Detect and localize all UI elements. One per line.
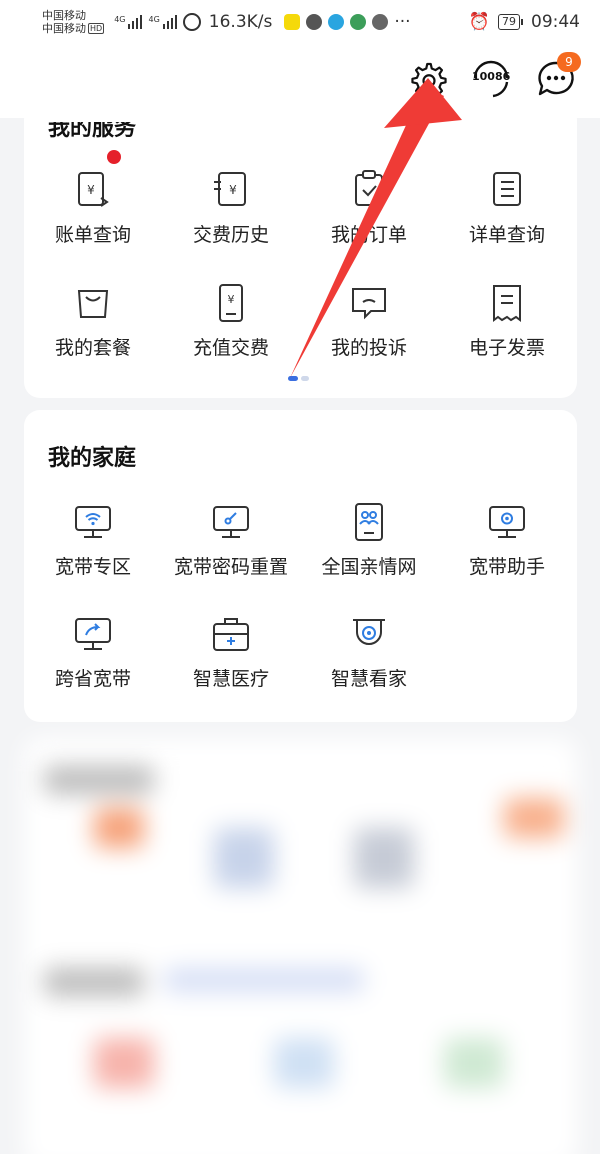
broadband-zone-icon [73,502,113,542]
service-item-complaint[interactable]: 我的投诉 [300,283,438,360]
carrier-2: 中国移动 [42,22,86,35]
family-item-label: 宽带密码重置 [173,556,288,578]
cross-province-broadband-icon [73,614,113,654]
service-item-bill[interactable]: ¥ 账单查询 [24,150,162,247]
family-item-smart-home-camera[interactable]: 智慧看家 [300,614,438,691]
family-network-icon [349,502,389,542]
blurred-card [24,738,577,1154]
service-item-package[interactable]: 我的套餐 [24,283,162,360]
alarm-icon: ⏰ [468,12,490,32]
package-icon [73,283,113,323]
family-item-label: 全国亲情网 [321,556,417,578]
service-item-label: 我的套餐 [54,337,131,359]
carrier-info: 中国移动 中国移动 HD [42,9,105,35]
family-item-label: 智慧医疗 [192,668,269,690]
reader-app-icon [284,14,301,30]
smart-home-camera-icon [349,614,389,654]
service-item-label: 详单查询 [468,224,545,246]
wechat-icon [306,14,323,30]
svg-text:¥: ¥ [87,183,95,197]
signal-icon-2: 4G [148,15,177,29]
family-item-label: 宽带助手 [468,556,545,578]
service-item-orders[interactable]: 我的订单 [300,170,438,247]
my-family-card: 我的家庭 宽带专区 宽带密码重置 全国亲情网 宽带助手 跨省宽带 智慧医疗 智慧… [24,410,577,722]
svg-text:¥: ¥ [228,293,235,306]
family-item-broadband-password[interactable]: 宽带密码重置 [162,502,300,579]
status-bar: 中国移动 中国移动 HD 4G 4G 16.3K/s ··· ⏰ 79 09:4… [0,0,600,44]
order-icon [349,170,389,210]
hd-badge: HD [88,23,105,34]
mobile-app-icon [350,14,367,30]
gear-icon [411,62,447,99]
clock: 09:44 [531,12,580,32]
family-item-broadband-zone[interactable]: 宽带专区 [24,502,162,579]
bill-icon: ¥ [73,150,121,210]
family-item-label: 跨省宽带 [54,668,131,690]
notification-dot [107,150,121,164]
invoice-icon [487,283,527,323]
customer-service-button[interactable]: 10086 [470,58,512,100]
battery-icon: 79 [498,14,520,30]
smart-medical-icon [211,614,251,654]
broadband-password-icon [211,502,251,542]
message-count-badge: 9 [557,52,581,72]
my-family-title: 我的家庭 [48,446,137,471]
service-item-label: 账单查询 [54,224,131,246]
service-item-payment-history[interactable]: ¥ 交费历史 [162,170,300,247]
more-notifications: ··· [394,12,411,32]
page-indicator [288,376,309,381]
net-speed: 16.3K/s [208,12,273,32]
svg-text:¥: ¥ [229,183,237,197]
service-item-invoice[interactable]: 电子发票 [438,283,576,360]
broadband-assistant-icon [487,502,527,542]
service-item-label: 交费历史 [192,224,269,246]
carrier-1: 中国移动 [42,9,86,22]
network-tag-1: 4G [114,15,126,24]
messages-button[interactable]: 9 [535,52,581,100]
family-item-broadband-assistant[interactable]: 宽带助手 [438,502,576,579]
detail-list-icon [487,170,527,210]
service-item-label: 我的投诉 [330,337,407,359]
service-item-label: 我的订单 [330,224,407,246]
hotspot-icon [182,13,201,31]
complaint-icon [349,283,389,323]
payment-history-icon: ¥ [211,170,251,210]
signal-icon: 4G [114,15,143,29]
my-services-card: 我的服务 ¥ 账单查询 ¥ 交费历史 我的订单 详单查询 我的套餐 ¥ 充值交费… [24,104,577,398]
service-item-recharge[interactable]: ¥ 充值交费 [162,283,300,360]
family-item-smart-medical[interactable]: 智慧医疗 [162,614,300,691]
recharge-icon: ¥ [211,283,251,323]
service-item-label: 充值交费 [192,337,269,359]
app-icon [372,14,389,30]
family-item-cross-province-broadband[interactable]: 跨省宽带 [24,614,162,691]
network-tag-2: 4G [148,15,160,24]
settings-button[interactable] [408,58,450,100]
service-item-label: 电子发票 [468,337,545,359]
top-header: 10086 9 [0,44,600,118]
family-item-family-network[interactable]: 全国亲情网 [300,502,438,579]
notification-icons: ··· [284,12,411,32]
service-item-detail-list[interactable]: 详单查询 [438,170,576,247]
family-item-label: 宽带专区 [54,556,131,578]
service-number: 10086 [472,70,511,83]
browser-icon [328,14,345,30]
family-item-label: 智慧看家 [330,668,407,690]
